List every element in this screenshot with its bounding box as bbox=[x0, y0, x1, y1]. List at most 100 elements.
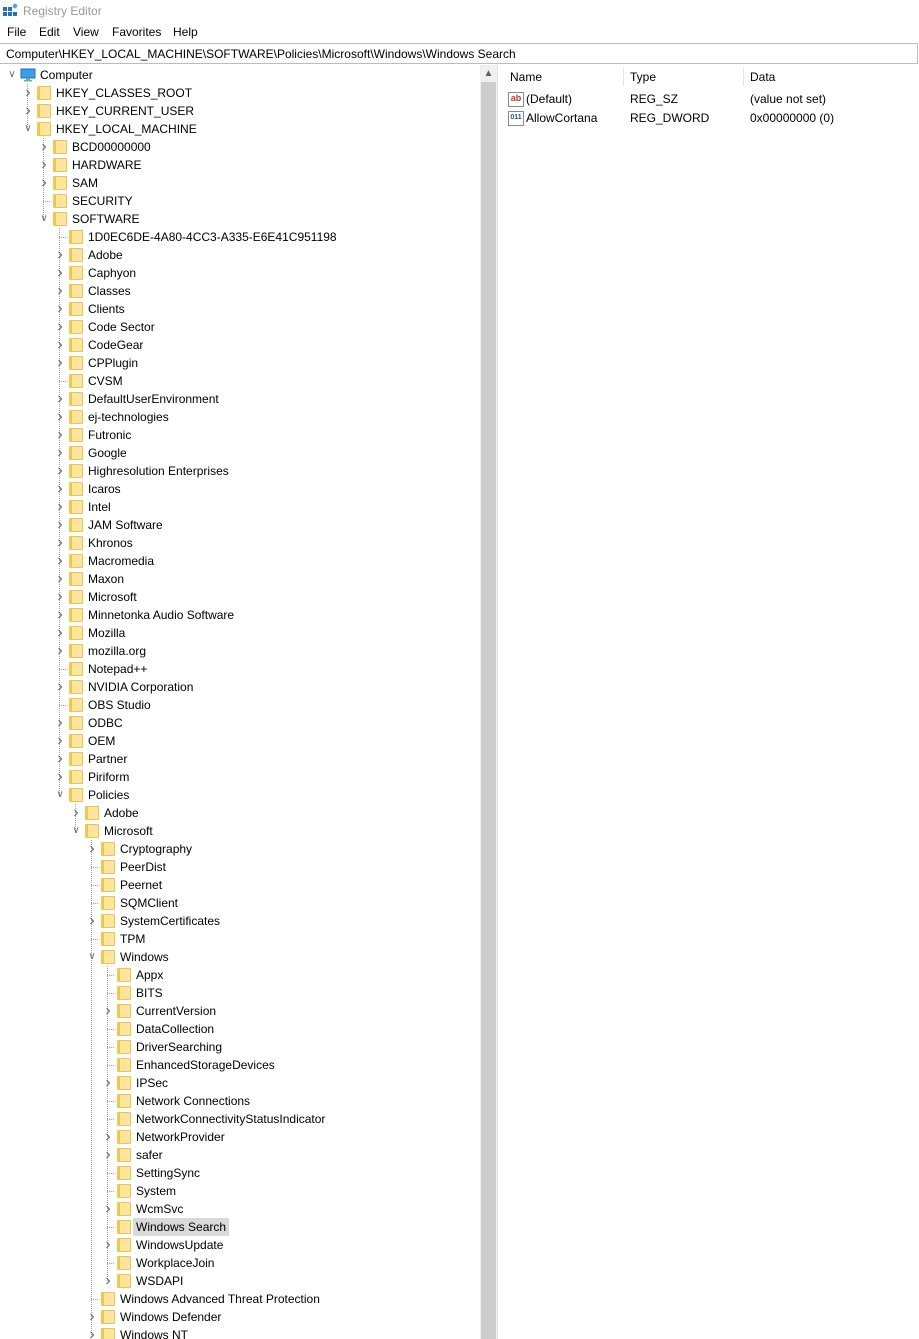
tree-node[interactable]: SQMClient bbox=[0, 894, 480, 912]
chevron-right-icon[interactable]: › bbox=[54, 426, 66, 444]
tree-node[interactable]: › WSDAPI bbox=[0, 1272, 480, 1290]
address-bar[interactable]: Computer\HKEY_LOCAL_MACHINE\SOFTWARE\Pol… bbox=[0, 43, 918, 64]
chevron-right-icon[interactable]: › bbox=[70, 804, 82, 822]
tree-node[interactable]: › Adobe bbox=[0, 804, 480, 822]
menu-file[interactable]: File bbox=[7, 25, 26, 39]
tree-node[interactable]: System bbox=[0, 1182, 480, 1200]
chevron-right-icon[interactable]: › bbox=[54, 678, 66, 696]
tree-node[interactable]: › mozilla.org bbox=[0, 642, 480, 660]
chevron-down-icon[interactable]: ∨ bbox=[54, 786, 66, 804]
tree-node[interactable]: TPM bbox=[0, 930, 480, 948]
chevron-right-icon[interactable]: › bbox=[38, 156, 50, 174]
tree-node[interactable]: › Intel bbox=[0, 498, 480, 516]
scroll-up-arrow-icon[interactable]: ▲ bbox=[480, 65, 497, 82]
chevron-right-icon[interactable]: › bbox=[54, 480, 66, 498]
value-row[interactable]: 011 AllowCortana REG_DWORD 0x00000000 (0) bbox=[502, 109, 919, 128]
tree-node[interactable]: › safer bbox=[0, 1146, 480, 1164]
tree-node[interactable]: › HKEY_CURRENT_USER bbox=[0, 102, 480, 120]
menu-edit[interactable]: Edit bbox=[39, 25, 60, 39]
tree-node[interactable]: ∨ SOFTWARE bbox=[0, 210, 480, 228]
tree-node[interactable]: ∨ Windows bbox=[0, 948, 480, 966]
tree-node[interactable]: › NVIDIA Corporation bbox=[0, 678, 480, 696]
tree-node[interactable]: DriverSearching bbox=[0, 1038, 480, 1056]
tree-node[interactable]: › Futronic bbox=[0, 426, 480, 444]
chevron-right-icon[interactable]: › bbox=[86, 912, 98, 930]
tree-node[interactable]: PeerDist bbox=[0, 858, 480, 876]
tree-node[interactable]: › HKEY_CLASSES_ROOT bbox=[0, 84, 480, 102]
tree-node[interactable]: › WcmSvc bbox=[0, 1200, 480, 1218]
tree-node[interactable]: WorkplaceJoin bbox=[0, 1254, 480, 1272]
tree-node[interactable]: › Highresolution Enterprises bbox=[0, 462, 480, 480]
tree-node[interactable]: › Microsoft bbox=[0, 588, 480, 606]
tree-node[interactable]: › Windows NT bbox=[0, 1326, 480, 1339]
tree-node[interactable]: OBS Studio bbox=[0, 696, 480, 714]
tree-node[interactable]: Appx bbox=[0, 966, 480, 984]
tree-node[interactable]: SECURITY bbox=[0, 192, 480, 210]
chevron-right-icon[interactable]: › bbox=[54, 300, 66, 318]
tree-node[interactable]: Windows Search bbox=[0, 1218, 480, 1236]
scroll-thumb[interactable] bbox=[481, 82, 496, 1339]
column-header-type[interactable]: Type bbox=[624, 68, 744, 86]
tree-node[interactable]: › OEM bbox=[0, 732, 480, 750]
chevron-right-icon[interactable]: › bbox=[102, 1200, 114, 1218]
menu-help[interactable]: Help bbox=[173, 25, 198, 39]
chevron-right-icon[interactable]: › bbox=[54, 768, 66, 786]
tree-node[interactable]: NetworkConnectivityStatusIndicator bbox=[0, 1110, 480, 1128]
tree-node[interactable]: › ODBC bbox=[0, 714, 480, 732]
chevron-right-icon[interactable]: › bbox=[54, 588, 66, 606]
tree-node[interactable]: › DefaultUserEnvironment bbox=[0, 390, 480, 408]
chevron-right-icon[interactable]: › bbox=[102, 1236, 114, 1254]
chevron-right-icon[interactable]: › bbox=[22, 102, 34, 120]
chevron-right-icon[interactable]: › bbox=[54, 336, 66, 354]
chevron-down-icon[interactable]: ∨ bbox=[38, 210, 50, 228]
value-row[interactable]: ab (Default) REG_SZ (value not set) bbox=[502, 90, 919, 109]
chevron-right-icon[interactable]: › bbox=[54, 516, 66, 534]
chevron-right-icon[interactable]: › bbox=[102, 1272, 114, 1290]
tree-node[interactable]: › SAM bbox=[0, 174, 480, 192]
column-header-name[interactable]: Name bbox=[504, 68, 624, 86]
tree-node[interactable]: › Classes bbox=[0, 282, 480, 300]
tree-node[interactable]: Peernet bbox=[0, 876, 480, 894]
chevron-right-icon[interactable]: › bbox=[54, 318, 66, 336]
chevron-right-icon[interactable]: › bbox=[54, 408, 66, 426]
tree-node[interactable]: › BCD00000000 bbox=[0, 138, 480, 156]
chevron-right-icon[interactable]: › bbox=[86, 1326, 98, 1339]
tree-node[interactable]: › Windows Defender bbox=[0, 1308, 480, 1326]
tree-node[interactable]: › Khronos bbox=[0, 534, 480, 552]
tree-node[interactable]: ∨ Policies bbox=[0, 786, 480, 804]
chevron-right-icon[interactable]: › bbox=[38, 174, 50, 192]
tree-node[interactable]: › HARDWARE bbox=[0, 156, 480, 174]
chevron-right-icon[interactable]: › bbox=[102, 1128, 114, 1146]
tree-node[interactable]: › Icaros bbox=[0, 480, 480, 498]
tree-node[interactable]: › Minnetonka Audio Software bbox=[0, 606, 480, 624]
chevron-right-icon[interactable]: › bbox=[38, 138, 50, 156]
menu-favorites[interactable]: Favorites bbox=[112, 25, 161, 39]
tree-node[interactable]: › Macromedia bbox=[0, 552, 480, 570]
chevron-right-icon[interactable]: › bbox=[54, 354, 66, 372]
chevron-right-icon[interactable]: › bbox=[54, 750, 66, 768]
key-tree[interactable]: ∨ Computer › HKEY_CLASSES_ROOT › HKEY_CURRENT… bbox=[0, 65, 480, 1339]
chevron-right-icon[interactable]: › bbox=[102, 1074, 114, 1092]
tree-node[interactable]: ∨ HKEY_LOCAL_MACHINE bbox=[0, 120, 480, 138]
chevron-right-icon[interactable]: › bbox=[54, 642, 66, 660]
tree-node[interactable]: › Mozilla bbox=[0, 624, 480, 642]
tree-node[interactable]: 1D0EC6DE-4A80-4CC3-A335-E6E41C951198 bbox=[0, 228, 480, 246]
chevron-right-icon[interactable]: › bbox=[54, 534, 66, 552]
tree-node[interactable]: ∨ Computer bbox=[0, 66, 480, 84]
tree-node[interactable]: Notepad++ bbox=[0, 660, 480, 678]
tree-node[interactable]: › IPSec bbox=[0, 1074, 480, 1092]
chevron-right-icon[interactable]: › bbox=[54, 390, 66, 408]
chevron-right-icon[interactable]: › bbox=[54, 714, 66, 732]
tree-node[interactable]: › SystemCertificates bbox=[0, 912, 480, 930]
tree-node[interactable]: SettingSync bbox=[0, 1164, 480, 1182]
chevron-down-icon[interactable]: ∨ bbox=[22, 120, 34, 138]
chevron-right-icon[interactable]: › bbox=[54, 264, 66, 282]
menu-view[interactable]: View bbox=[73, 25, 99, 39]
values-list[interactable]: Name Type Data ab (Default) REG_SZ (value n… bbox=[502, 65, 919, 1339]
tree-node[interactable]: CVSM bbox=[0, 372, 480, 390]
chevron-right-icon[interactable]: › bbox=[54, 570, 66, 588]
tree-node[interactable]: › Code Sector bbox=[0, 318, 480, 336]
tree-node[interactable]: Network Connections bbox=[0, 1092, 480, 1110]
tree-node[interactable]: EnhancedStorageDevices bbox=[0, 1056, 480, 1074]
chevron-right-icon[interactable]: › bbox=[86, 840, 98, 858]
